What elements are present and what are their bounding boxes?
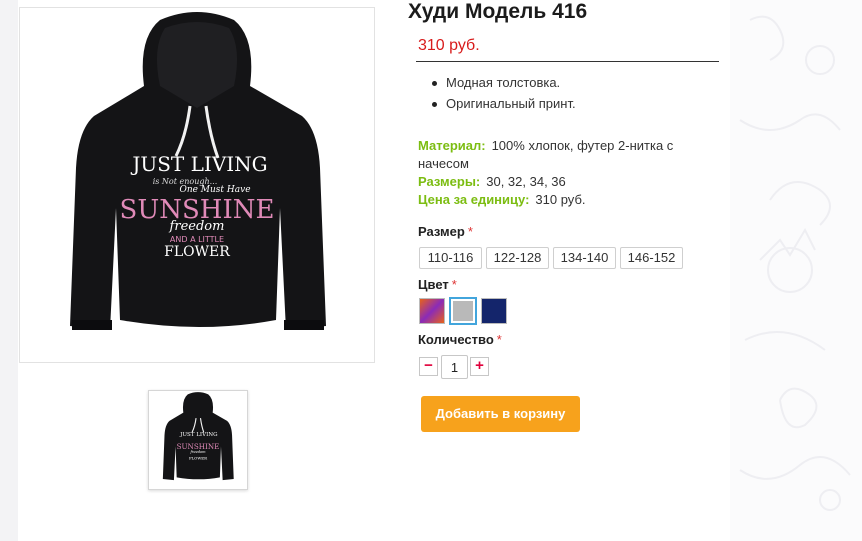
required-mark: * (467, 224, 473, 239)
spec-material-label: Материал: (418, 138, 486, 153)
spec-sizes-value: 30, 32, 34, 36 (486, 174, 566, 189)
print-line-one-must-have: One Must Have (179, 185, 250, 195)
background-left-strip (0, 0, 18, 541)
thumb-print-flower: FLOWER (189, 456, 207, 461)
spec-sizes-label: Размеры: (418, 174, 481, 189)
size-label-text: Размер (418, 224, 465, 239)
quantity-label: Количество * (418, 332, 502, 347)
hoodie-thumbnail-image: JUST LIVING SUNSHINE freedom FLOWER (162, 392, 234, 481)
thumb-print-freedom: freedom (189, 450, 206, 454)
feature-item: Оригинальный принт. (432, 95, 576, 116)
print-line-freedom: freedom (169, 219, 225, 234)
color-swatch-grey[interactable] (449, 297, 477, 325)
product-title: Худи Модель 416 (408, 0, 588, 23)
color-label-text: Цвет (418, 277, 449, 292)
hoodie-image: JUST LIVING is Not enough... One Must Ha… (70, 12, 326, 330)
spec-unit-price-value: 310 руб. (535, 192, 586, 207)
size-option-134-140[interactable]: 134-140 (553, 247, 616, 269)
quantity-decrease-button[interactable]: − (419, 357, 438, 376)
size-option-122-128[interactable]: 122-128 (486, 247, 549, 269)
product-price: 310 руб. (418, 37, 480, 54)
product-main-image[interactable]: JUST LIVING is Not enough... One Must Ha… (19, 7, 375, 363)
print-line-flower: FLOWER (164, 244, 230, 260)
feature-item: Модная толстовка. (432, 74, 576, 95)
thumb-print-just-living: JUST LIVING (179, 432, 217, 438)
quantity-input[interactable] (441, 355, 468, 379)
size-option-146-152[interactable]: 146-152 (620, 247, 683, 269)
feature-list: Модная толстовка. Оригинальный принт. (432, 74, 576, 116)
required-mark: * (451, 277, 457, 292)
background-doodles (730, 0, 862, 541)
print-line-just-living: JUST LIVING (130, 152, 267, 176)
color-swatch-multicolor[interactable] (419, 298, 445, 324)
product-thumbnail[interactable]: JUST LIVING SUNSHINE freedom FLOWER (148, 390, 248, 490)
size-label: Размер * (418, 224, 473, 239)
print-line-and-a-little: AND A LITTLE (170, 235, 224, 244)
spec-unit-price-label: Цена за единицу: (418, 192, 530, 207)
spec-material: Материал: 100% хлопок, футер 2-нитка с на… (418, 137, 718, 173)
quantity-increase-button[interactable]: + (470, 357, 489, 376)
spec-sizes: Размеры: 30, 32, 34, 36 (418, 173, 566, 191)
color-label: Цвет * (418, 277, 457, 292)
color-swatch-fill (453, 301, 473, 321)
size-option-110-116[interactable]: 110-116 (419, 247, 482, 269)
add-to-cart-button[interactable]: Добавить в корзину (421, 396, 580, 432)
price-divider (416, 61, 719, 62)
color-swatch-fill (420, 299, 444, 323)
spec-unit-price: Цена за единицу: 310 руб. (418, 191, 586, 209)
required-mark: * (496, 332, 502, 347)
color-swatch-fill (482, 299, 506, 323)
color-swatch-navy[interactable] (481, 298, 507, 324)
quantity-label-text: Количество (418, 332, 494, 347)
